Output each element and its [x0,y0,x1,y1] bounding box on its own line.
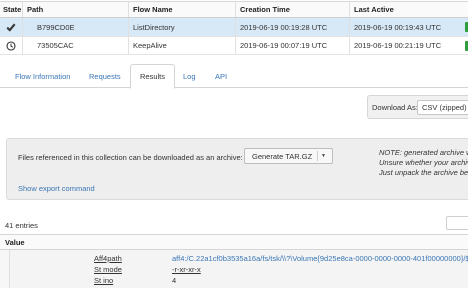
value-table-body: Aff4path aff4:/C.22a1cf0b3535a16a/fs/tsk… [0,250,468,288]
value-key: Aff4path [94,254,122,263]
flow-state-cell [0,37,23,54]
download-as-label: Download As: [372,103,418,112]
generate-tar-button[interactable]: Generate TAR.GZ ▼ [244,148,333,164]
flow-tabs: Flow Information Requests Results Log AP… [0,64,468,89]
flow-creation-time: 2019-06-19 00:19:28 UTC [236,18,350,36]
aff4path-link[interactable]: aff4:/C.22a1cf0b3535a16a/fs/tsk/\\?\Volu… [172,254,468,263]
tab-results[interactable]: Results [130,64,176,89]
flow-last-active: 2019-06-19 00:21:19 UTC [350,37,468,54]
flow-row[interactable]: B799CD0E ListDirectory 2019-06-19 00:19:… [0,18,468,37]
value-item: Aff4path aff4:/C.22a1cf0b3535a16a/fs/tsk… [94,254,468,263]
archive-description: Files referenced in this collection can … [18,153,243,162]
generate-tar-label: Generate TAR.GZ [252,151,313,161]
value-text: 4 [172,276,177,285]
tab-log[interactable]: Log [183,64,196,88]
flow-creation-time: 2019-06-19 00:07:19 UTC [236,37,350,54]
column-header-path[interactable]: Path [23,2,129,17]
flow-state-cell [0,18,23,36]
column-header-state[interactable]: State [0,2,23,17]
archive-note-line: Just unpack the archive be [379,168,468,177]
value-column-header: Value [0,234,468,250]
value-item: St mode -r-xr-xr-x [94,265,201,274]
column-header-creation-time[interactable]: Creation Time [236,2,350,17]
filter-input[interactable] [446,216,468,230]
flow-name: ListDirectory [129,18,236,36]
clock-icon [6,40,16,51]
archive-note-line: NOTE: generated archive w [379,148,468,157]
archive-note-line: Unsure whether your archiv [379,158,468,167]
download-format-select[interactable]: CSV (zipped) [417,100,468,115]
tab-requests[interactable]: Requests [89,64,121,88]
tab-flow-information[interactable]: Flow Information [15,64,70,88]
archive-note: NOTE: generated archive w Unsure whether… [379,148,468,178]
value-key: St mode [94,265,122,274]
value-key: St ino [94,276,114,285]
download-as-panel: Download As: CSV (zipped) [367,95,468,119]
download-format-value: CSV (zipped) [422,103,467,112]
value-row: Aff4path aff4:/C.22a1cf0b3535a16a/fs/tsk… [9,250,468,288]
value-text: -r-xr-xr-x [172,265,201,274]
column-header-last-active[interactable]: Last Active [350,2,468,17]
checkmark-icon [6,23,16,32]
archive-panel: Files referenced in this collection can … [6,138,468,200]
tab-api[interactable]: API [215,64,227,88]
caret-down-icon[interactable]: ▼ [317,151,329,161]
show-export-command-link[interactable]: Show export command [18,184,95,193]
flows-table-header: State Path Flow Name Creation Time Last … [0,1,468,18]
flow-path: B799CD0E [23,18,129,36]
flow-last-active-text: 2019-06-19 00:19:43 UTC [354,22,442,32]
column-header-flow-name[interactable]: Flow Name [129,2,236,17]
flow-path: 73505CAC [23,37,129,54]
flow-last-active-text: 2019-06-19 00:21:19 UTC [354,41,442,50]
entries-count: 41 entries [5,221,38,230]
flow-row[interactable]: 73505CAC KeepAlive 2019-06-19 00:07:19 U… [0,37,468,55]
value-item: St ino 4 [94,276,176,285]
flow-last-active: 2019-06-19 00:19:43 UTC [350,18,468,36]
flow-name: KeepAlive [129,37,236,54]
